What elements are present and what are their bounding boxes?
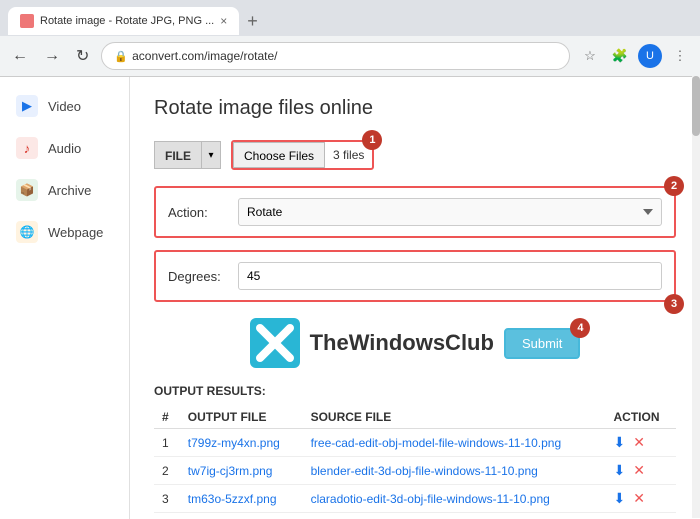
- sidebar-audio-label: Audio: [48, 141, 81, 156]
- watermark-logo: [250, 318, 300, 368]
- archive-icon: 📦: [16, 179, 38, 201]
- row-action: ⬇ ✕: [606, 457, 676, 485]
- page-title: Rotate image files online: [154, 97, 676, 120]
- active-tab[interactable]: Rotate image - Rotate JPG, PNG ... ×: [8, 7, 239, 35]
- row-source: free-cad-edit-obj-model-file-windows-11-…: [303, 429, 606, 457]
- browser-chrome: Rotate image - Rotate JPG, PNG ... × + ←…: [0, 0, 700, 77]
- delete-icon[interactable]: ✕: [633, 462, 645, 479]
- degrees-label: Degrees:: [168, 269, 228, 284]
- refresh-button[interactable]: ↻: [72, 44, 93, 68]
- badge-2: 2: [664, 176, 684, 196]
- tab-title: Rotate image - Rotate JPG, PNG ...: [40, 15, 214, 27]
- delete-icon[interactable]: ✕: [633, 434, 645, 451]
- menu-icon[interactable]: ⋮: [668, 44, 692, 68]
- sidebar-item-webpage[interactable]: 🌐 Webpage: [0, 211, 129, 253]
- choose-files-button[interactable]: Choose Files: [233, 142, 325, 168]
- row-output: t799z-my4xn.png: [180, 429, 303, 457]
- address-text: aconvert.com/image/rotate/: [132, 49, 277, 63]
- sidebar-webpage-label: Webpage: [48, 225, 103, 240]
- tab-close-button[interactable]: ×: [220, 14, 227, 28]
- sidebar-archive-label: Archive: [48, 183, 91, 198]
- sidebar: ▶ Video ♪ Audio 📦 Archive 🌐 Webpage: [0, 77, 130, 519]
- table-row: 2 tw7ig-cj3rm.png blender-edit-3d-obj-fi…: [154, 457, 676, 485]
- scrollbar-thumb[interactable]: [692, 76, 700, 136]
- file-section: FILE ▾ Choose Files 3 files 1: [154, 140, 676, 170]
- badge-3: 3: [664, 294, 684, 314]
- degrees-section: Degrees: 3: [154, 250, 676, 302]
- sidebar-item-archive[interactable]: 📦 Archive: [0, 169, 129, 211]
- col-output: OUTPUT FILE: [180, 406, 303, 429]
- download-icon[interactable]: ⬇: [614, 434, 626, 451]
- lock-icon: 🔒: [114, 50, 128, 63]
- watermark-area: TheWindowsClub Submit 4: [154, 318, 676, 368]
- row-output: tw7ig-cj3rm.png: [180, 457, 303, 485]
- col-source: SOURCE FILE: [303, 406, 606, 429]
- new-tab-button[interactable]: +: [239, 11, 266, 32]
- row-source: claradotio-edit-3d-obj-file-windows-11-1…: [303, 485, 606, 513]
- audio-icon: ♪: [16, 137, 38, 159]
- row-num: 2: [154, 457, 180, 485]
- scrollbar-track[interactable]: [692, 76, 700, 518]
- output-file-link[interactable]: t799z-my4xn.png: [188, 436, 280, 450]
- download-icon[interactable]: ⬇: [614, 462, 626, 479]
- submit-btn-box: Submit 4: [504, 328, 580, 359]
- col-num: #: [154, 406, 180, 429]
- forward-button[interactable]: →: [40, 45, 64, 67]
- file-btn-group: FILE ▾: [154, 141, 221, 169]
- star-icon[interactable]: ☆: [578, 44, 602, 68]
- choose-files-box: Choose Files 3 files 1: [231, 140, 374, 170]
- table-row: 3 tm63o-5zzxf.png claradotio-edit-3d-obj…: [154, 485, 676, 513]
- source-file-link[interactable]: claradotio-edit-3d-obj-file-windows-11-1…: [311, 492, 550, 506]
- main-content: Rotate image files online FILE ▾ Choose …: [130, 77, 700, 519]
- row-num: 3: [154, 485, 180, 513]
- address-input[interactable]: 🔒 aconvert.com/image/rotate/: [101, 42, 570, 70]
- files-count: 3 files: [325, 148, 372, 162]
- sidebar-video-label: Video: [48, 99, 81, 114]
- action-select[interactable]: Rotate: [238, 198, 662, 226]
- row-num: 1: [154, 429, 180, 457]
- degrees-input[interactable]: [238, 262, 662, 290]
- results-table: # OUTPUT FILE SOURCE FILE ACTION 1 t799z…: [154, 406, 676, 513]
- delete-icon[interactable]: ✕: [633, 490, 645, 507]
- watermark-text: TheWindowsClub: [310, 330, 494, 356]
- tab-favicon: [20, 14, 34, 28]
- page-layout: ▶ Video ♪ Audio 📦 Archive 🌐 Webpage Rota…: [0, 77, 700, 519]
- source-file-link[interactable]: blender-edit-3d-obj-file-windows-11-10.p…: [311, 464, 538, 478]
- action-section: Action: Rotate 2: [154, 186, 676, 238]
- row-output: tm63o-5zzxf.png: [180, 485, 303, 513]
- row-source: blender-edit-3d-obj-file-windows-11-10.p…: [303, 457, 606, 485]
- output-file-link[interactable]: tm63o-5zzxf.png: [188, 492, 277, 506]
- back-button[interactable]: ←: [8, 45, 32, 67]
- source-file-link[interactable]: free-cad-edit-obj-model-file-windows-11-…: [311, 436, 562, 450]
- submit-button[interactable]: Submit: [504, 328, 580, 359]
- file-label[interactable]: FILE: [154, 141, 201, 169]
- download-icon[interactable]: ⬇: [614, 490, 626, 507]
- action-label: Action:: [168, 205, 228, 220]
- file-dropdown-button[interactable]: ▾: [201, 141, 221, 169]
- output-section: OUTPUT RESULTS: # OUTPUT FILE SOURCE FIL…: [154, 384, 676, 513]
- row-action: ⬇ ✕: [606, 485, 676, 513]
- sidebar-item-audio[interactable]: ♪ Audio: [0, 127, 129, 169]
- webpage-icon: 🌐: [16, 221, 38, 243]
- address-bar: ← → ↻ 🔒 aconvert.com/image/rotate/ ☆ 🧩 U…: [0, 36, 700, 76]
- table-row: 1 t799z-my4xn.png free-cad-edit-obj-mode…: [154, 429, 676, 457]
- profile-icon[interactable]: U: [638, 44, 662, 68]
- col-action: ACTION: [606, 406, 676, 429]
- output-title: OUTPUT RESULTS:: [154, 384, 676, 398]
- extensions-icon[interactable]: 🧩: [608, 44, 632, 68]
- sidebar-item-video[interactable]: ▶ Video: [0, 85, 129, 127]
- badge-1: 1: [362, 130, 382, 150]
- tab-bar: Rotate image - Rotate JPG, PNG ... × +: [0, 0, 700, 36]
- output-file-link[interactable]: tw7ig-cj3rm.png: [188, 464, 273, 478]
- row-action: ⬇ ✕: [606, 429, 676, 457]
- video-icon: ▶: [16, 95, 38, 117]
- badge-4: 4: [570, 318, 590, 338]
- toolbar-icons: ☆ 🧩 U ⋮: [578, 44, 692, 68]
- table-header-row: # OUTPUT FILE SOURCE FILE ACTION: [154, 406, 676, 429]
